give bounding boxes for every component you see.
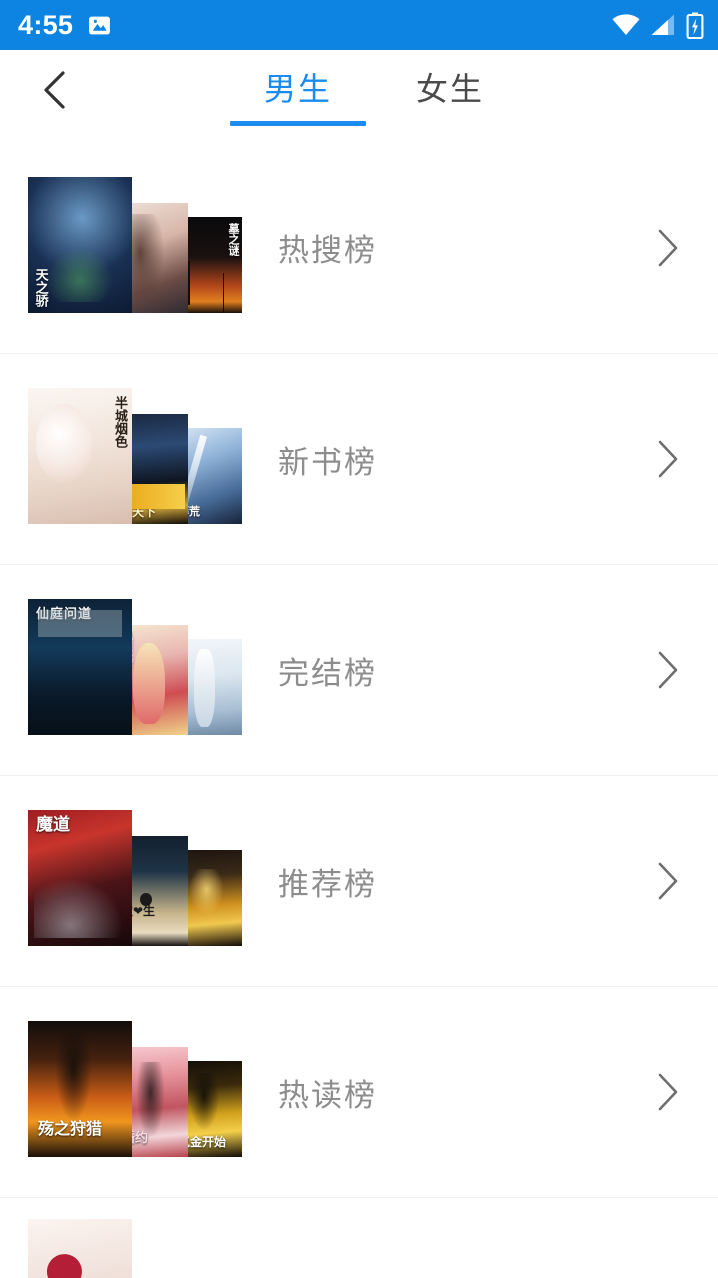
- book-cover-stack: 半城烟色 定天下 莽荒: [28, 388, 242, 530]
- list-item[interactable]: 仙庭问道 凤倾天下 完结榜: [0, 564, 718, 775]
- book-cover: 天之骄: [28, 176, 132, 313]
- chevron-right-icon[interactable]: [650, 436, 684, 482]
- book-cover-title: 魔道: [36, 815, 70, 834]
- book-cover-stack: 天之骄 墓之谜: [28, 176, 242, 319]
- ranking-label: 推荐榜: [278, 866, 377, 902]
- list-item[interactable]: 魔道 定❤生 推荐榜: [0, 775, 718, 986]
- chevron-right-icon[interactable]: [650, 225, 684, 271]
- book-cover-title: 仙庭问道: [36, 606, 93, 621]
- ranking-label: 热读榜: [278, 1077, 377, 1113]
- status-bar-left: 4:55: [18, 9, 112, 40]
- ranking-label: 新书榜: [278, 444, 377, 480]
- tab-active-indicator: [230, 121, 366, 126]
- book-cover: 半城烟色: [28, 388, 132, 524]
- status-bar-right: [611, 12, 704, 39]
- book-cover-stack: 魔道 定❤生: [28, 810, 242, 952]
- header-tab-bar: 男生 女生: [0, 50, 718, 142]
- tab-group: 男生 女生: [192, 50, 526, 126]
- chevron-right-icon[interactable]: [650, 647, 684, 693]
- book-cover-stack: 仙庭问道 凤倾天下: [28, 599, 242, 741]
- tab-male[interactable]: 男生: [222, 50, 374, 126]
- chevron-left-icon: [37, 68, 73, 112]
- book-cover: 殇之狩猎: [28, 1021, 132, 1157]
- list-item[interactable]: 天之骄 墓之谜 热搜榜: [0, 142, 718, 353]
- tab-male-label: 男生: [263, 71, 332, 107]
- back-button[interactable]: [18, 50, 92, 130]
- book-cover-title: 半城烟色: [113, 396, 128, 448]
- chevron-right-icon[interactable]: [650, 858, 684, 904]
- wifi-icon: [611, 13, 641, 37]
- ranking-label: 完结榜: [278, 655, 377, 691]
- list-item[interactable]: [0, 1197, 718, 1278]
- ranking-label: 热搜榜: [278, 233, 377, 268]
- app-root: 4:55 男生 女生 天之骄 墓之谜 热搜榜 半城烟色 定天下 莽荒 新书榜 仙…: [0, 0, 718, 1278]
- book-cover: [28, 1219, 132, 1278]
- book-cover: 仙庭问道: [28, 599, 132, 735]
- chevron-right-icon[interactable]: [650, 1069, 684, 1115]
- battery-charging-icon: [686, 12, 704, 39]
- status-bar: 4:55: [0, 0, 718, 50]
- image-notification-icon: [87, 13, 112, 38]
- list-item[interactable]: 半城烟色 定天下 莽荒 新书榜: [0, 353, 718, 564]
- tab-female-label: 女生: [415, 71, 484, 107]
- book-cover-stack: 殇之狩猎 婚约 氪金开始: [28, 1021, 242, 1163]
- book-cover-title: 墓之谜: [227, 222, 239, 256]
- book-cover-stack: [28, 1219, 228, 1278]
- status-bar-clock: 4:55: [18, 9, 74, 40]
- list-item[interactable]: 殇之狩猎 婚约 氪金开始 热读榜: [0, 986, 718, 1197]
- book-cover-title: 殇之狩猎: [38, 1121, 103, 1139]
- book-cover: 魔道: [28, 810, 132, 946]
- book-cover-title: 天之骄: [33, 267, 49, 307]
- ranking-list: 天之骄 墓之谜 热搜榜 半城烟色 定天下 莽荒 新书榜 仙庭问道 完结榜 魔道 …: [0, 142, 718, 1278]
- cellular-signal-icon: [650, 13, 677, 37]
- tab-female[interactable]: 女生: [374, 50, 526, 114]
